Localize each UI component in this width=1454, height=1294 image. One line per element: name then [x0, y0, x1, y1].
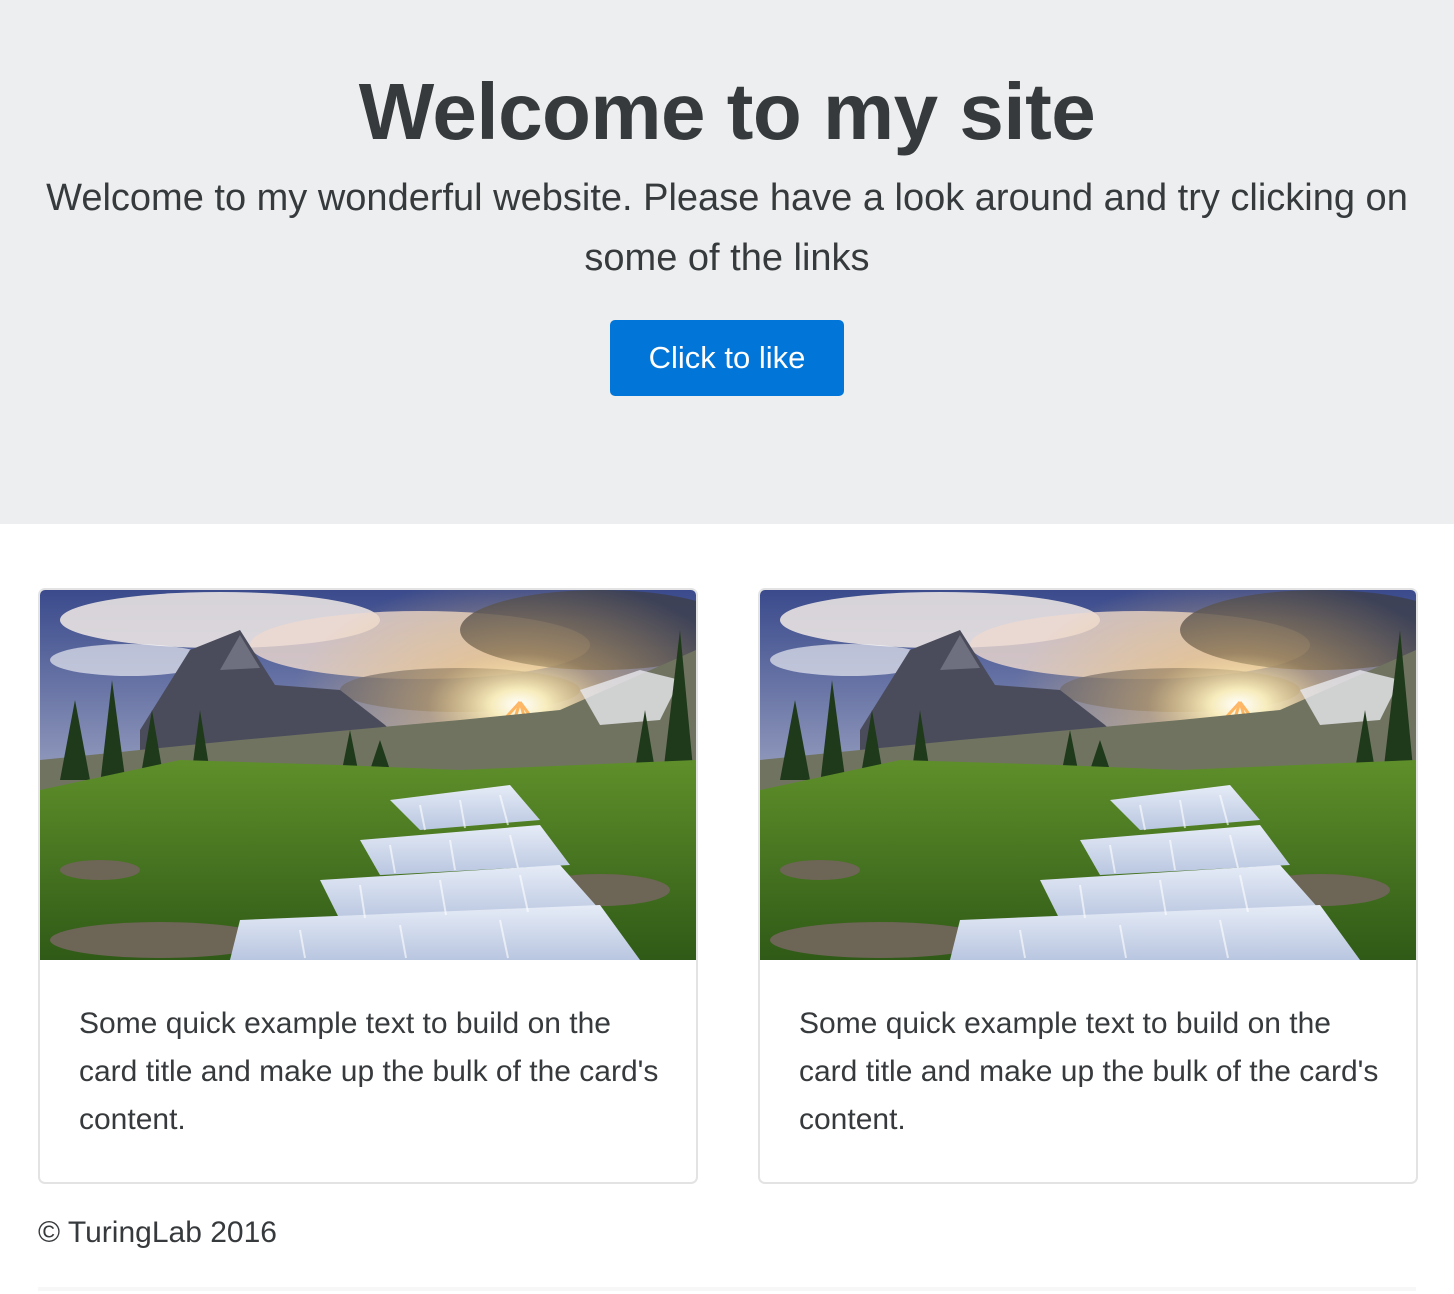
card-image — [760, 590, 1416, 960]
jumbotron: Welcome to my site Welcome to my wonderf… — [0, 0, 1454, 524]
footer-divider — [38, 1287, 1416, 1291]
like-button[interactable]: Click to like — [610, 320, 844, 396]
card-image — [40, 590, 696, 960]
card-text: Some quick example text to build on the … — [799, 1007, 1379, 1136]
card-text: Some quick example text to build on the … — [79, 1007, 659, 1136]
card: Some quick example text to build on the … — [38, 588, 698, 1184]
page-title: Welcome to my site — [358, 67, 1096, 156]
card: Some quick example text to build on the … — [758, 588, 1418, 1184]
lead-text: Welcome to my wonderful website. Please … — [46, 177, 1408, 279]
footer-copyright: © TuringLab 2016 — [38, 1216, 277, 1249]
